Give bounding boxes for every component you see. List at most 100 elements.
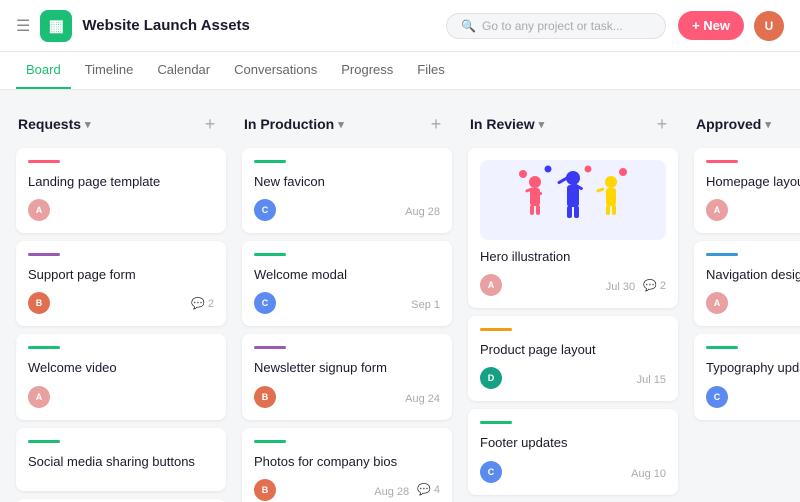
card-title: Welcome video (28, 359, 214, 377)
card-title: Homepage layout (706, 173, 800, 191)
list-item[interactable]: Social media sharing buttons (16, 428, 226, 491)
new-button[interactable]: + New (678, 11, 744, 40)
app-title: Website Launch Assets (82, 17, 250, 34)
column-title-in-review: In Review ▾ (470, 116, 544, 132)
card-title: Landing page template (28, 173, 214, 191)
card-tag (28, 253, 60, 256)
card-tag (706, 346, 738, 349)
list-item[interactable]: Navigation design A Jun 6 (694, 241, 800, 326)
avatar: D (480, 367, 502, 389)
column-title-approved: Approved ▾ (696, 116, 771, 132)
chevron-down-icon: ▾ (85, 118, 91, 131)
column-header-requests: Requests ▾ + (16, 106, 226, 148)
card-date: Jul 15 (637, 374, 666, 386)
card-footer: A Jun 18 (706, 199, 800, 221)
card-date: Aug 24 (405, 393, 440, 405)
list-item[interactable]: Photos for company bios B Aug 28 💬 4 (242, 428, 452, 502)
card-date: Sep 1 (411, 299, 440, 311)
list-item[interactable]: Hero illustration A Jul 30 💬 2 (468, 148, 678, 308)
avatar: A (28, 199, 50, 221)
card-date: Aug 10 (631, 468, 666, 480)
list-item[interactable]: Homepage layout A Jun 18 (694, 148, 800, 233)
list-item[interactable]: Landing page template A (16, 148, 226, 233)
card-tag (480, 421, 512, 424)
card-tag (28, 346, 60, 349)
avatar: A (480, 274, 502, 296)
tab-progress[interactable]: Progress (331, 52, 403, 89)
app-header: ☰ ▦ Website Launch Assets 🔍 Go to any pr… (0, 0, 800, 52)
card-illustration (480, 160, 666, 240)
list-item[interactable]: New favicon C Aug 28 (242, 148, 452, 233)
list-item[interactable]: Welcome modal C Sep 1 (242, 241, 452, 326)
card-date: Aug 28 (405, 206, 440, 218)
column-header-approved: Approved ▾ + (694, 106, 800, 148)
tab-calendar[interactable]: Calendar (147, 52, 220, 89)
search-bar[interactable]: 🔍 Go to any project or task... (446, 13, 666, 39)
column-header-in-review: In Review ▾ + (468, 106, 678, 148)
card-footer: D Jul 15 (480, 367, 666, 389)
card-date: Aug 28 (374, 486, 409, 498)
add-card-requests[interactable]: + (196, 110, 224, 138)
comment-count: 💬 4 (417, 483, 440, 496)
card-date: Jul 30 (606, 281, 635, 293)
card-footer: A (28, 386, 214, 408)
tab-files[interactable]: Files (407, 52, 454, 89)
card-footer: A Jul 30 💬 2 (480, 274, 666, 296)
column-in-production: In Production ▾ + New favicon C Aug 28 W… (242, 106, 452, 486)
card-footer: C Jun 2 (706, 386, 800, 408)
card-title: Typography updates (706, 359, 800, 377)
card-title: Support page form (28, 266, 214, 284)
chevron-down-icon: ▾ (765, 118, 771, 131)
header-left: ☰ ▦ Website Launch Assets (16, 10, 434, 42)
app-logo: ▦ (40, 10, 72, 42)
comment-count: 💬 2 (191, 297, 214, 310)
nav-tabs: Board Timeline Calendar Conversations Pr… (0, 52, 800, 90)
list-item[interactable]: Footer updates C Aug 10 (468, 409, 678, 494)
column-header-in-production: In Production ▾ + (242, 106, 452, 148)
avatar: A (706, 199, 728, 221)
avatar: C (254, 199, 276, 221)
column-requests: Requests ▾ + Landing page template A Sup… (16, 106, 226, 486)
card-footer: A (28, 199, 214, 221)
card-title: Hero illustration (480, 248, 666, 266)
header-right: + New U (678, 11, 784, 41)
card-footer: C Sep 1 (254, 292, 440, 314)
card-footer: B Aug 28 💬 4 (254, 479, 440, 501)
hamburger-menu[interactable]: ☰ (16, 16, 30, 36)
card-tag (254, 440, 286, 443)
avatar: C (254, 292, 276, 314)
card-tag (706, 253, 738, 256)
avatar: B (28, 292, 50, 314)
card-title: Photos for company bios (254, 453, 440, 471)
tab-timeline[interactable]: Timeline (75, 52, 144, 89)
column-title-in-production: In Production ▾ (244, 116, 344, 132)
avatar: B (254, 479, 276, 501)
card-title: New favicon (254, 173, 440, 191)
card-tag (706, 160, 738, 163)
add-card-in-review[interactable]: + (648, 110, 676, 138)
add-card-in-production[interactable]: + (422, 110, 450, 138)
search-placeholder: Go to any project or task... (482, 19, 623, 33)
hero-illustration-svg (513, 164, 633, 236)
tab-conversations[interactable]: Conversations (224, 52, 327, 89)
card-title: Navigation design (706, 266, 800, 284)
card-tag (480, 328, 512, 331)
avatar: A (706, 292, 728, 314)
card-tag (28, 440, 60, 443)
card-title: Social media sharing buttons (28, 453, 214, 471)
user-avatar[interactable]: U (754, 11, 784, 41)
card-footer: C Aug 10 (480, 461, 666, 483)
list-item[interactable]: Newsletter signup form B Aug 24 (242, 334, 452, 419)
list-item[interactable]: Support page form B 💬 2 (16, 241, 226, 326)
card-footer: C Aug 28 (254, 199, 440, 221)
card-title: Welcome modal (254, 266, 440, 284)
card-title: Footer updates (480, 434, 666, 452)
avatar: C (480, 461, 502, 483)
list-item[interactable]: Product page layout D Jul 15 (468, 316, 678, 401)
avatar: A (28, 386, 50, 408)
board-container: Requests ▾ + Landing page template A Sup… (0, 90, 800, 502)
list-item[interactable]: Typography updates C Jun 2 (694, 334, 800, 419)
list-item[interactable]: Welcome video A (16, 334, 226, 419)
tab-board[interactable]: Board (16, 52, 71, 89)
card-title: Product page layout (480, 341, 666, 359)
